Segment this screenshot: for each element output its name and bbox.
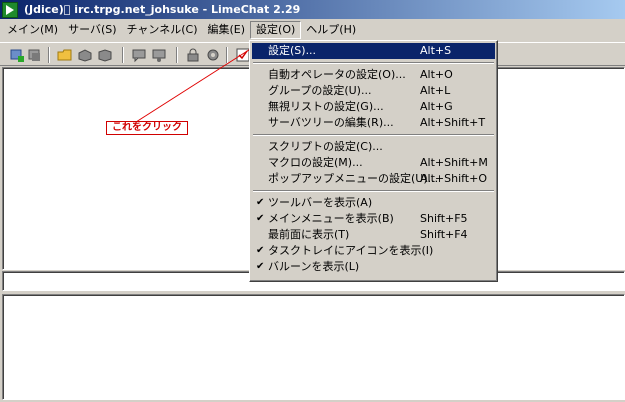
chat-icon[interactable] (130, 46, 147, 63)
menu-separator (252, 187, 495, 195)
menu-item-label: グループの設定(U)... (268, 84, 372, 97)
settings-menu-item[interactable]: ✔ メインメニューを表示(B) Shift+F5 (252, 211, 495, 227)
settings-menu-item[interactable]: 最前面に表示(T) Shift+F4 (252, 227, 495, 243)
menu-item-shortcut: Alt+S (420, 44, 452, 57)
settings-menu-item[interactable]: ポップアップメニューの設定(U)... Alt+Shift+O (252, 171, 495, 187)
settings-menu-item[interactable]: ✔ ツールバーを表示(A) (252, 195, 495, 211)
menu-item-shortcut: Alt+Shift+T (420, 116, 486, 129)
checkmark-icon: ✔ (256, 245, 265, 256)
lower-log-pane[interactable] (2, 294, 625, 400)
lock-icon[interactable] (184, 46, 201, 63)
menu-item-shortcut: Alt+Shift+M (420, 156, 488, 169)
disconnect-icon[interactable] (26, 46, 43, 63)
menu-item-label: 自動オペレータの設定(O)... (268, 68, 406, 81)
menu-settings[interactable]: 設定(O) (250, 21, 302, 39)
user-icon[interactable] (150, 46, 167, 63)
toolbar-separator (226, 47, 228, 63)
settings-menu-item[interactable]: 自動オペレータの設定(O)... Alt+O (252, 67, 495, 83)
annotation-label: これをクリック (106, 121, 188, 135)
menu-item-label: スクリプトの設定(C)... (268, 140, 383, 153)
settings-menu-item[interactable]: 設定(S)... Alt+S (252, 43, 495, 59)
settings-menu-item[interactable]: ✔ バルーンを表示(L) (252, 259, 495, 275)
settings-menu-item[interactable]: サーバツリーの編集(R)... Alt+Shift+T (252, 115, 495, 131)
menu-item-shortcut: Alt+G (420, 100, 453, 113)
checkmark-icon: ✔ (256, 213, 265, 224)
menu-item-shortcut: Shift+F4 (420, 228, 468, 241)
menu-separator (252, 59, 495, 67)
menu-edit[interactable]: 編集(E) (202, 21, 250, 39)
menu-item-label: サーバツリーの編集(R)... (268, 116, 394, 129)
menu-item-label: マクロの設定(M)... (268, 156, 363, 169)
menu-item-shortcut: Alt+Shift+O (420, 172, 487, 185)
settings-dropdown-menu: 設定(S)... Alt+S 自動オペレータの設定(O)... Alt+O グループの設… (249, 40, 498, 282)
menu-bar: メイン(M) サーバ(S) チャンネル(C) 編集(E) 設定(O) ヘルプ(H) (0, 20, 625, 40)
menu-item-shortcut: Alt+L (420, 84, 451, 97)
toolbar-separator (48, 47, 50, 63)
settings-menu-item[interactable]: スクリプトの設定(C)... (252, 139, 495, 155)
menu-item-shortcut: Alt+O (420, 68, 453, 81)
menu-item-label: 設定(S)... (268, 44, 317, 57)
toolbar-separator (176, 47, 178, 63)
menu-item-label: ポップアップメニューの設定(U)... (268, 172, 439, 185)
menu-item-label: バルーンを表示(L) (268, 260, 360, 273)
settings-menu-item[interactable]: ✔ タスクトレイにアイコンを表示(I) (252, 243, 495, 259)
menu-channel[interactable]: チャンネル(C) (122, 21, 203, 39)
settings-menu-item[interactable]: 無視リストの設定(G)... Alt+G (252, 99, 495, 115)
menu-item-label: 最前面に表示(T) (268, 228, 350, 241)
channel-icon[interactable] (96, 46, 113, 63)
settings-menu-item[interactable]: マクロの設定(M)... Alt+Shift+M (252, 155, 495, 171)
menu-item-label: 無視リストの設定(G)... (268, 100, 384, 113)
gear-icon[interactable] (204, 46, 221, 63)
toolbar-separator (122, 47, 124, 63)
menu-item-label: メインメニューを表示(B) (268, 212, 394, 225)
server-icon[interactable] (76, 46, 93, 63)
menu-separator (252, 131, 495, 139)
menu-item-shortcut: Shift+F5 (420, 212, 468, 225)
title-bar: (Jdice)  irc.trpg.net_johsuke - LimeChat… (0, 0, 625, 19)
checkmark-icon: ✔ (256, 261, 265, 272)
menu-item-label: タスクトレイにアイコンを表示(I) (268, 244, 434, 257)
limechat-app-icon[interactable] (2, 1, 18, 18)
menu-server[interactable]: サーバ(S) (63, 21, 121, 39)
menu-main[interactable]: メイン(M) (2, 21, 63, 39)
connect-icon[interactable] (8, 46, 25, 63)
folder-icon[interactable] (56, 46, 73, 63)
window-title: (Jdice)  irc.trpg.net_johsuke - LimeChat… (24, 3, 301, 16)
menu-help[interactable]: ヘルプ(H) (301, 21, 361, 39)
menu-item-label: ツールバーを表示(A) (268, 196, 373, 209)
checkmark-icon: ✔ (256, 197, 265, 208)
settings-menu-item[interactable]: グループの設定(U)... Alt+L (252, 83, 495, 99)
